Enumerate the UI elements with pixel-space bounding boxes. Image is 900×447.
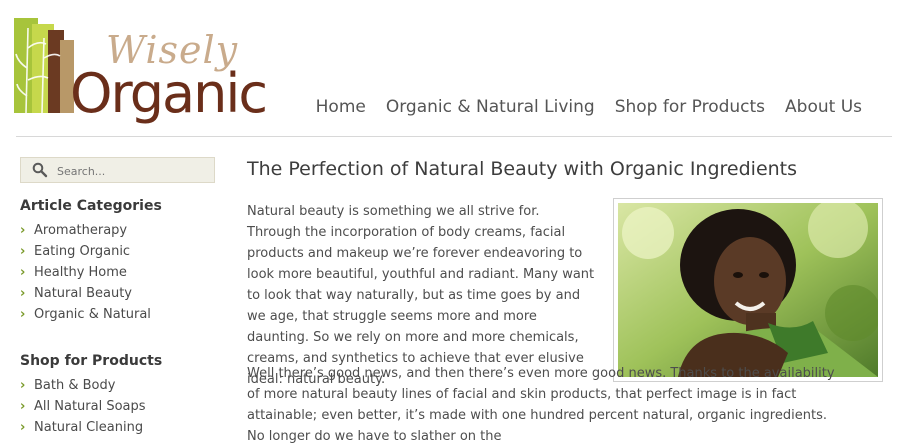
chevron-right-icon: › bbox=[20, 399, 26, 414]
search-input[interactable] bbox=[55, 161, 209, 181]
category-item[interactable]: › Organic & Natural bbox=[20, 304, 220, 325]
shop-item[interactable]: › Natural Cleaning bbox=[20, 417, 220, 438]
bamboo-leaves-icon bbox=[15, 27, 61, 113]
article-paragraph-1: Natural beauty is something we all striv… bbox=[247, 204, 595, 387]
search-box bbox=[20, 157, 215, 183]
nav-home[interactable]: Home bbox=[306, 96, 376, 118]
chevron-right-icon: › bbox=[20, 420, 26, 435]
shop-categories: Shop for Products › Bath & Body › All Natu… bbox=[20, 353, 220, 438]
logo-mark bbox=[14, 18, 76, 113]
woman-portrait-image bbox=[618, 203, 878, 377]
category-item[interactable]: › Aromatherapy bbox=[20, 220, 220, 241]
chevron-right-icon: › bbox=[20, 265, 26, 280]
main-nav: Home Organic & Natural Living Shop for P… bbox=[306, 96, 872, 118]
chevron-right-icon: › bbox=[20, 244, 26, 259]
site-logo[interactable]: Wisely Organic bbox=[14, 18, 268, 130]
chevron-right-icon: › bbox=[20, 223, 26, 238]
category-item[interactable]: › Natural Beauty bbox=[20, 283, 220, 304]
article-title: The Perfection of Natural Beauty with Or… bbox=[247, 158, 798, 180]
search-icon[interactable] bbox=[32, 162, 48, 178]
nav-organic-natural-living[interactable]: Organic & Natural Living bbox=[376, 96, 605, 118]
article-categories: Article Categories › Aromatherapy › Eating… bbox=[20, 198, 220, 325]
chevron-right-icon: › bbox=[20, 378, 26, 393]
brand-line2: Organic bbox=[70, 62, 268, 125]
shop-heading: Shop for Products bbox=[20, 353, 163, 369]
header-divider bbox=[16, 136, 892, 137]
article-paragraph-2: Well there’s good news, and then there’s… bbox=[247, 366, 835, 444]
shop-item[interactable]: › All Natural Soaps bbox=[20, 396, 220, 417]
category-item[interactable]: › Healthy Home bbox=[20, 262, 220, 283]
article-categories-heading: Article Categories bbox=[20, 198, 162, 214]
category-item[interactable]: › Eating Organic bbox=[20, 241, 220, 262]
chevron-right-icon: › bbox=[20, 286, 26, 301]
nav-shop-for-products[interactable]: Shop for Products bbox=[605, 96, 775, 118]
article-photo bbox=[613, 198, 883, 382]
shop-item[interactable]: › Bath & Body bbox=[20, 375, 220, 396]
nav-about-us[interactable]: About Us bbox=[775, 96, 872, 118]
chevron-right-icon: › bbox=[20, 307, 26, 322]
